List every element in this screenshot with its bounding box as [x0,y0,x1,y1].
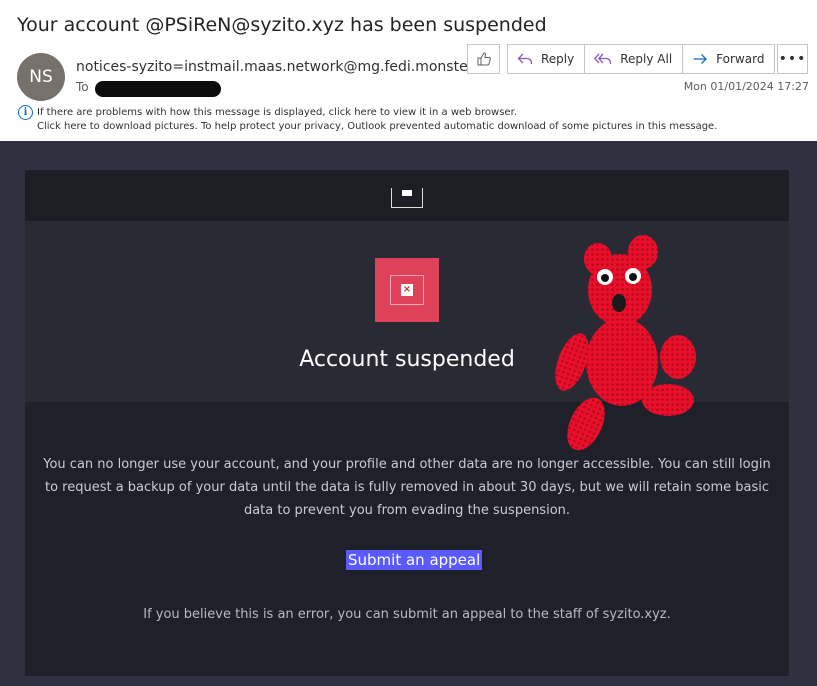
reply-all-icon [594,53,612,65]
forward-label: Forward [716,52,765,66]
avatar: NS [17,53,65,101]
appeal-footer-text: If you believe this is an error, you can… [143,607,671,622]
more-actions-button[interactable]: ••• [777,44,808,74]
received-date: Mon 01/01/2024 17:27 [683,80,809,93]
forward-button[interactable]: Forward [683,45,774,73]
card-header [25,170,789,221]
thumbs-up-icon [477,52,491,66]
info-icon: i [18,105,33,120]
email-subject: Your account @PSiReN@syzito.xyz has been… [17,14,547,36]
like-button[interactable] [467,44,500,74]
submit-appeal-link[interactable]: Submit an appeal [346,550,483,570]
sender-address[interactable]: notices-syzito=instmail.maas.network@mg.… [76,59,473,75]
message-actions: Reply Reply All Forward [507,44,776,74]
redacted-recipient [95,81,221,97]
logo-image-placeholder [391,188,423,208]
broken-image-icon: × [390,275,424,305]
reply-all-label: Reply All [620,52,673,66]
suspended-icon-box: × [375,258,439,322]
reply-all-button[interactable]: Reply All [585,45,684,73]
suspension-explanation: You can no longer use your account, and … [43,457,771,518]
download-pictures-notice[interactable]: Click here to download pictures. To help… [37,121,717,132]
to-label: To [76,80,89,94]
view-in-browser-notice[interactable]: If there are problems with how this mess… [37,107,517,118]
reply-button[interactable]: Reply [508,45,586,73]
red-teddy-bear-image [555,235,696,451]
reply-icon [517,53,533,65]
forward-arrow-icon [693,54,708,64]
reply-label: Reply [541,52,575,66]
